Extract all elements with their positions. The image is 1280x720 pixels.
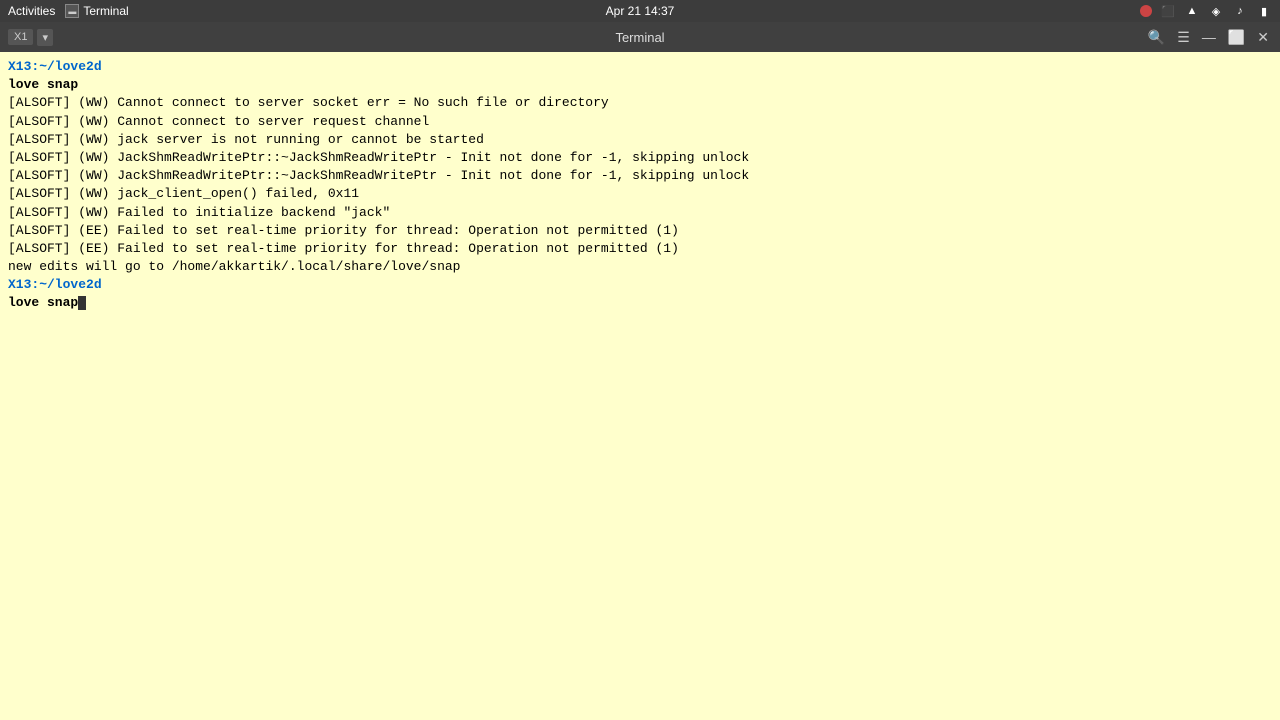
display-icon[interactable]: ⬛ <box>1160 3 1176 19</box>
titlebar-left: X1 ▾ <box>8 29 53 46</box>
output-line-9: [ALSOFT] (EE) Failed to set real-time pr… <box>8 240 1272 258</box>
system-tray: ⬛ ▲ ◈ ♪ ▮ <box>1140 3 1272 19</box>
terminal-app-indicator[interactable]: ▬ Terminal <box>65 4 128 18</box>
command2: love snap <box>8 295 78 310</box>
minimize-button[interactable]: — <box>1199 30 1219 44</box>
notification-dot[interactable] <box>1140 5 1152 17</box>
second-prompt-line: X13:~/love2d <box>8 276 1272 294</box>
close-button[interactable]: ✕ <box>1254 30 1272 44</box>
restore-button[interactable]: ⬜ <box>1225 30 1248 44</box>
volume-icon[interactable]: ♪ <box>1232 3 1248 19</box>
output-line-8: [ALSOFT] (EE) Failed to set real-time pr… <box>8 222 1272 240</box>
terminal-app-icon: ▬ <box>65 4 79 18</box>
terminal-app-label: Terminal <box>83 4 128 18</box>
prompt2: X13:~/love2d <box>8 277 102 292</box>
terminal-title: Terminal <box>615 30 664 45</box>
prompt1: X13:~/love2d <box>8 59 102 74</box>
first-prompt-line: X13:~/love2d <box>8 58 1272 76</box>
output-line-10: new edits will go to /home/akkartik/.loc… <box>8 258 1272 276</box>
output-line-2: [ALSOFT] (WW) Cannot connect to server r… <box>8 113 1272 131</box>
terminal-window: X1 ▾ Terminal 🔍 ☰ — ⬜ ✕ X13:~/love2d lov… <box>0 22 1280 720</box>
battery-icon[interactable]: ▮ <box>1256 3 1272 19</box>
terminal-titlebar: X1 ▾ Terminal 🔍 ☰ — ⬜ ✕ <box>0 22 1280 52</box>
tab-dropdown-button[interactable]: ▾ <box>37 29 53 46</box>
output-line-3: [ALSOFT] (WW) jack server is not running… <box>8 131 1272 149</box>
output-line-7: [ALSOFT] (WW) Failed to initialize backe… <box>8 204 1272 222</box>
output-line-5: [ALSOFT] (WW) JackShmReadWritePtr::~Jack… <box>8 167 1272 185</box>
output-line-1: [ALSOFT] (WW) Cannot connect to server s… <box>8 94 1272 112</box>
wifi-icon[interactable]: ◈ <box>1208 3 1224 19</box>
second-command-line: love snap <box>8 294 1272 312</box>
system-bar-left: Activities ▬ Terminal <box>8 4 129 18</box>
search-button[interactable]: 🔍 <box>1145 30 1168 44</box>
command1: love snap <box>8 77 78 92</box>
system-bar: Activities ▬ Terminal Apr 21 14:37 ⬛ ▲ ◈… <box>0 0 1280 22</box>
terminal-content[interactable]: X13:~/love2d love snap [ALSOFT] (WW) Can… <box>0 52 1280 720</box>
titlebar-controls: 🔍 ☰ — ⬜ ✕ <box>1145 30 1272 44</box>
first-command-line: love snap <box>8 76 1272 94</box>
network-icon[interactable]: ▲ <box>1184 3 1200 19</box>
menu-button[interactable]: ☰ <box>1174 30 1193 44</box>
output-line-6: [ALSOFT] (WW) jack_client_open() failed,… <box>8 185 1272 203</box>
output-line-4: [ALSOFT] (WW) JackShmReadWritePtr::~Jack… <box>8 149 1272 167</box>
tab-button[interactable]: X1 <box>8 29 33 45</box>
cursor <box>78 296 86 310</box>
activities-button[interactable]: Activities <box>8 4 55 18</box>
system-datetime: Apr 21 14:37 <box>606 4 675 18</box>
